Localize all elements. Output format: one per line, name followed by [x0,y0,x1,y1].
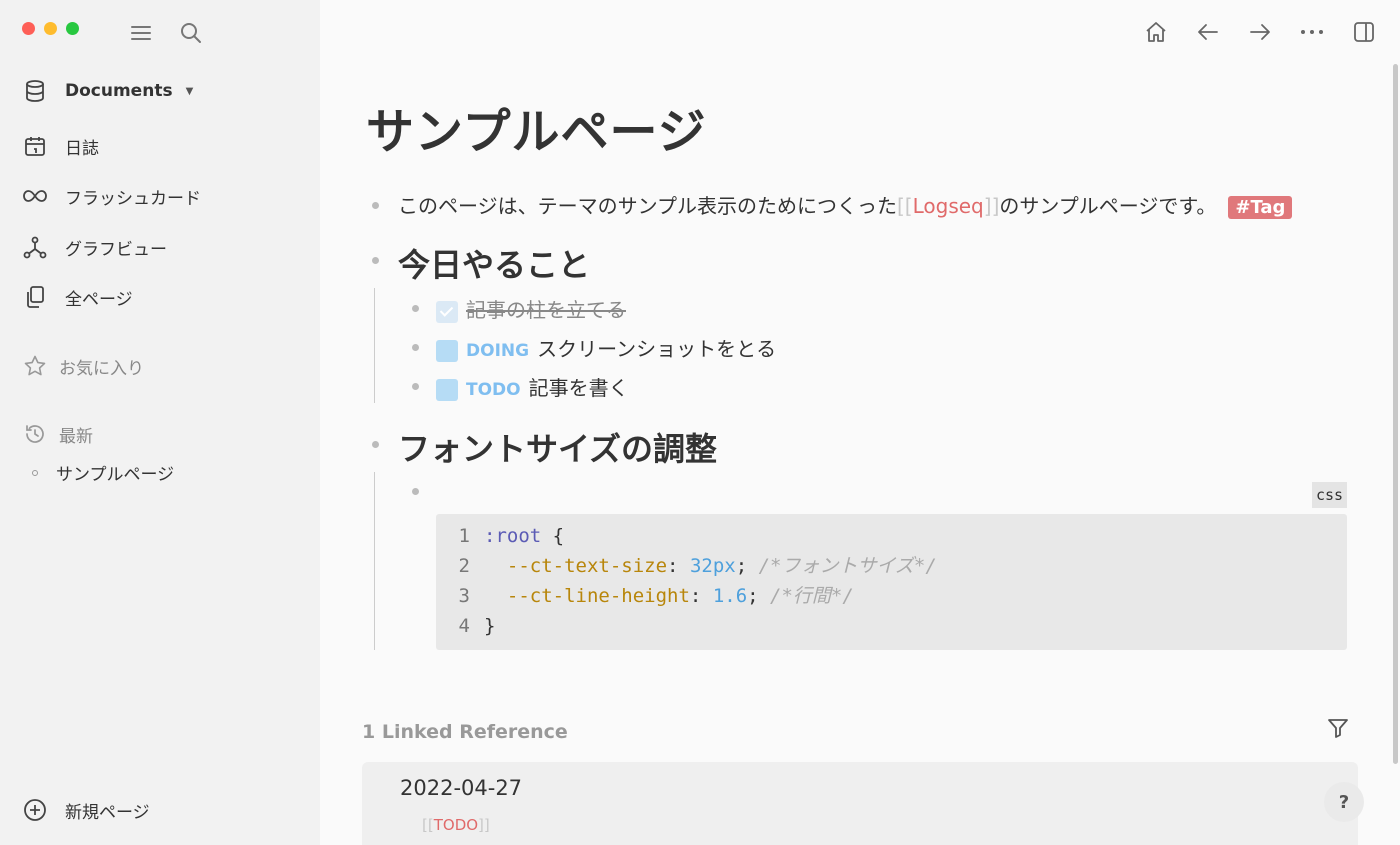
intro-text-end: のサンプルページです。 [999,194,1217,218]
task-item[interactable]: DOING スクリーンショットをとる [436,333,776,362]
block-bullet[interactable] [412,344,419,351]
sidebar-item-label: 日誌 [65,138,99,159]
code-block[interactable]: 1 :root { 2 --ct-text-size: 32px; /*フォントサ… [436,514,1347,650]
database-icon [22,78,48,104]
heading-todo[interactable]: 今日やること [398,240,590,286]
star-icon [22,353,48,379]
recent-label: 最新 [59,426,93,447]
code-value: 32px [689,555,736,577]
children-guide-line [374,288,375,403]
calendar-icon [22,133,48,159]
reference-date[interactable]: 2022-04-27 [400,776,522,800]
new-page-label: 新規ページ [65,802,150,823]
code-selector: :root [484,525,542,547]
code-property: --ct-text-size [506,555,668,577]
favorites-label: お気に入り [59,358,144,379]
main-content: サンプルページ このページは、テーマのサンプル表示のためにつくった[[Logse… [320,0,1400,845]
maximize-window-button[interactable] [66,22,79,35]
menu-icon[interactable] [128,20,154,46]
infinity-icon [22,183,48,209]
minimize-window-button[interactable] [44,22,57,35]
sidebar-item-label: フラッシュカード [65,188,201,209]
sidebar-item-label: グラフビュー [65,239,167,260]
intro-text: このページは、テーマのサンプル表示のためにつくった [398,194,897,218]
left-sidebar: Documents ▼ 日誌 フラッシュカード グラフビュー 全ページ お気に入… [0,0,320,845]
sidebar-item-flashcards[interactable]: フラッシュカード [22,181,201,211]
task-marker[interactable]: DOING [466,341,529,361]
task-text: スクリーンショットをとる [537,337,777,361]
sidebar-item-graph-view[interactable]: グラフビュー [22,232,167,262]
graph-icon [22,234,48,260]
task-item[interactable]: TODO 記事を書く [436,372,629,401]
documents-switcher[interactable]: Documents ▼ [22,76,193,106]
line-number: 2 [458,555,470,577]
code-line: 1 :root { [436,521,1347,551]
plus-circle-icon [22,797,48,823]
line-number: 4 [458,615,470,637]
task-checkbox[interactable] [436,300,458,323]
block-bullet[interactable] [372,257,379,264]
children-guide-line [374,472,375,650]
code-property: --ct-line-height [506,585,690,607]
task-text: 記事の柱を立てる [466,298,626,322]
recent-item-label: サンプルページ [56,465,175,485]
page-title[interactable]: サンプルページ [366,92,707,162]
history-icon [22,421,48,447]
code-comment: /*行間*/ [770,585,854,607]
window-controls [22,22,79,35]
bullet-icon [32,469,38,476]
code-line: 3 --ct-line-height: 1.6; /*行間*/ [436,581,1347,611]
favorites-header[interactable]: お気に入り [22,351,144,381]
heading-font-size[interactable]: フォントサイズの調整 [398,424,717,470]
line-number: 3 [458,585,470,607]
task-marker[interactable]: TODO [466,380,521,400]
intro-block[interactable]: このページは、テーマのサンプル表示のためにつくった[[Logseq]]のサンプル… [398,190,1293,219]
block-bullet[interactable] [412,305,419,312]
block-bullet[interactable] [372,441,379,448]
code-comment: /*フォントサイズ*/ [758,555,937,577]
sidebar-item-journals[interactable]: 日誌 [22,131,99,161]
filter-icon[interactable] [1326,716,1350,744]
sidebar-item-label: 全ページ [65,289,133,310]
page-link[interactable]: Logseq [913,194,984,218]
reference-card: 2022-04-27 [[TODO]] [362,762,1358,845]
task-checkbox[interactable] [436,339,458,362]
sidebar-item-all-pages[interactable]: 全ページ [22,282,133,312]
code-line: 4} [436,611,1347,641]
task-item[interactable]: 記事の柱を立てる [436,294,626,323]
todo-link[interactable]: TODO [434,816,478,834]
tag-badge[interactable]: #Tag [1228,196,1293,219]
close-window-button[interactable] [22,22,35,35]
code-punct: { [541,525,565,547]
task-checkbox[interactable] [436,378,458,401]
reference-block: [[TODO]] [422,816,490,834]
help-button[interactable]: ? [1324,782,1364,822]
block-bullet[interactable] [412,488,419,495]
new-page-button[interactable]: 新規ページ [22,795,150,825]
block-bullet[interactable] [412,383,419,390]
code-language-badge[interactable]: css [1312,482,1348,508]
block-bullet[interactable] [372,202,379,209]
recent-header[interactable]: 最新 [22,419,93,449]
pages-icon [22,284,48,310]
code-line: 2 --ct-text-size: 32px; /*フォントサイズ*/ [436,551,1347,581]
code-punct: } [484,615,496,637]
line-number: 1 [458,525,470,547]
documents-label: Documents [65,81,173,101]
search-icon[interactable] [178,20,204,46]
task-text: 記事を書く [528,376,629,400]
recent-item[interactable]: サンプルページ [32,460,174,485]
code-value: 1.6 [712,585,748,607]
linked-references-title[interactable]: 1 Linked Reference [362,721,568,743]
caret-down-icon: ▼ [185,85,194,97]
